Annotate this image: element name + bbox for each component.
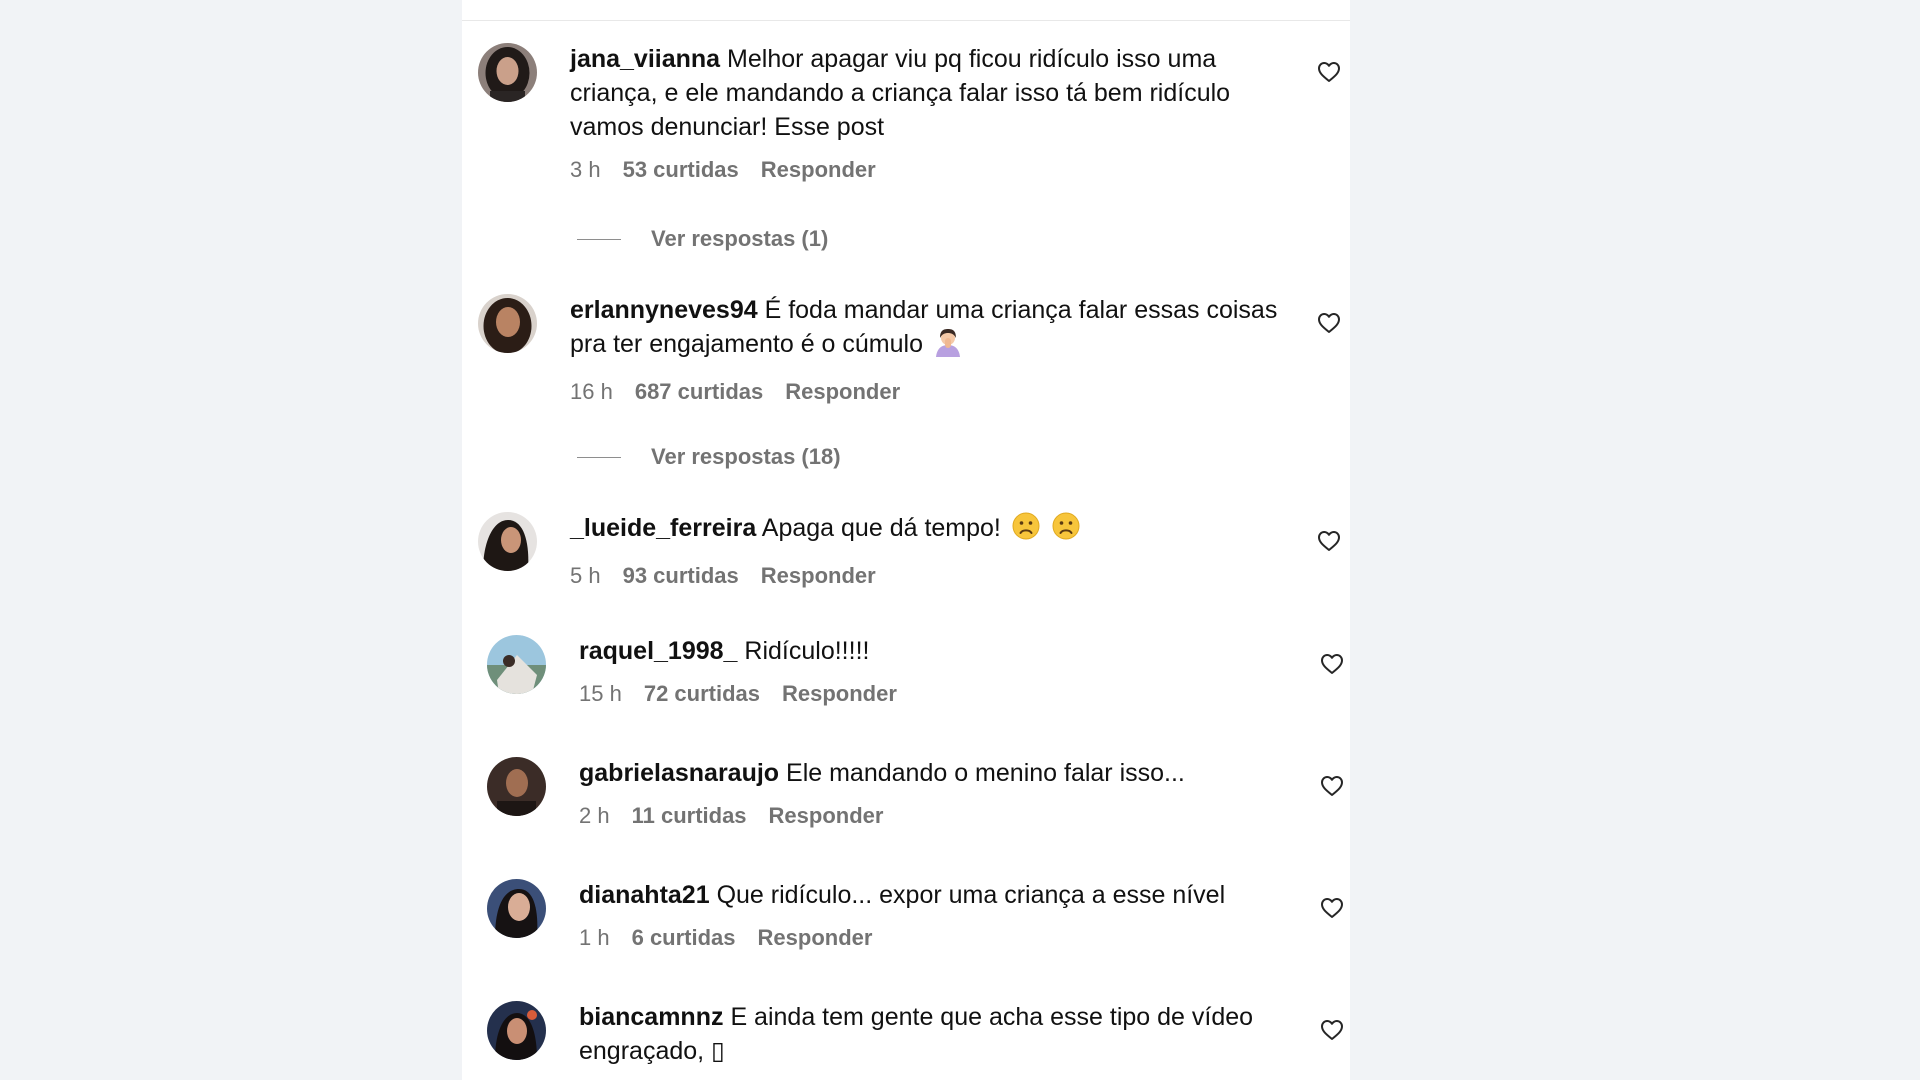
comment-body: gabrielasnaraujo Ele mandando o menino f… (579, 756, 1299, 830)
comment-username[interactable]: biancamnnz (579, 1003, 723, 1031)
comment-time: 5 h (570, 563, 601, 588)
avatar[interactable] (487, 635, 546, 694)
comment-time: 2 h (579, 803, 610, 828)
comment-likes[interactable]: 6 curtidas (632, 924, 736, 952)
comment-body: biancamnnz E ainda tem gente que acha es… (579, 1000, 1299, 1068)
heart-icon[interactable] (1317, 529, 1341, 553)
comment-meta: 3 h 53 curtidas Responder (570, 156, 1290, 184)
comment-item: erlannyneves94 É foda mandar uma criança… (462, 291, 1350, 431)
comment-username[interactable]: raquel_1998_ (579, 637, 737, 665)
reply-line (577, 456, 621, 458)
comment-item: gabrielasnaraujo Ele mandando o menino f… (462, 754, 1350, 854)
comments-panel: jana_viianna Melhor apagar viu pq ficou … (462, 0, 1350, 1080)
top-divider (462, 20, 1350, 21)
view-replies-label: Ver respostas (1) (651, 226, 829, 251)
reply-button[interactable]: Responder (782, 680, 897, 708)
comment-text: Que ridículo... expor uma criança a esse… (716, 881, 1226, 909)
view-replies-label: Ver respostas (18) (651, 444, 841, 469)
sad-face-emoji (1051, 511, 1081, 550)
comment-likes[interactable]: 11 curtidas (632, 802, 747, 830)
comment-text: Ridículo!!!!! (744, 637, 870, 665)
reply-button[interactable]: Responder (785, 378, 900, 406)
comment-meta: 16 h 687 curtidas Responder (570, 378, 1290, 406)
comment-time: 15 h (579, 681, 622, 706)
comment-username[interactable]: _lueide_ferreira (570, 514, 756, 542)
comment-likes[interactable]: 72 curtidas (644, 680, 760, 708)
comment-time: 16 h (570, 379, 613, 404)
comment-username[interactable]: erlannyneves94 (570, 296, 758, 324)
comment-body: jana_viianna Melhor apagar viu pq ficou … (570, 42, 1290, 184)
avatar[interactable] (487, 1001, 546, 1060)
view-replies-button[interactable]: Ver respostas (18) (577, 442, 841, 472)
comment-item: biancamnnz E ainda tem gente que acha es… (462, 998, 1350, 1080)
avatar[interactable] (478, 294, 537, 353)
heart-icon[interactable] (1320, 896, 1344, 920)
avatar[interactable] (487, 879, 546, 938)
reply-button[interactable]: Responder (761, 562, 876, 590)
comment-meta: 5 h 93 curtidas Responder (570, 562, 1290, 590)
comment-body: _lueide_ferreira Apaga que dá tempo! 5 h… (570, 511, 1290, 590)
woman-facepalming-emoji (933, 327, 963, 366)
comment-meta: 2 h 11 curtidas Responder (579, 802, 1299, 830)
avatar[interactable] (487, 757, 546, 816)
heart-icon[interactable] (1317, 60, 1341, 84)
view-replies-button[interactable]: Ver respostas (1) (577, 224, 828, 254)
comment-item: _lueide_ferreira Apaga que dá tempo! 5 h… (462, 509, 1350, 609)
sad-face-emoji (1011, 511, 1041, 550)
comment-username[interactable]: dianahta21 (579, 881, 710, 909)
comment-meta: 15 h 72 curtidas Responder (579, 680, 1299, 708)
reply-button[interactable]: Responder (769, 802, 884, 830)
heart-icon[interactable] (1320, 774, 1344, 798)
avatar[interactable] (478, 43, 537, 102)
comment-username[interactable]: jana_viianna (570, 45, 720, 73)
heart-icon[interactable] (1320, 1018, 1344, 1042)
comment-body: erlannyneves94 É foda mandar uma criança… (570, 293, 1290, 406)
comment-item: raquel_1998_ Ridículo!!!!! 15 h 72 curti… (462, 632, 1350, 732)
comment-body: raquel_1998_ Ridículo!!!!! 15 h 72 curti… (579, 634, 1299, 708)
comment-text: Ele mandando o menino falar isso... (786, 759, 1185, 787)
reply-line (577, 238, 621, 240)
comment-body: dianahta21 Que ridículo... expor uma cri… (579, 878, 1299, 952)
avatar[interactable] (478, 512, 537, 571)
reply-button[interactable]: Responder (758, 924, 873, 952)
comment-text: Apaga que dá tempo! (761, 514, 1001, 542)
heart-icon[interactable] (1317, 311, 1341, 335)
comment-likes[interactable]: 93 curtidas (623, 562, 739, 590)
heart-icon[interactable] (1320, 652, 1344, 676)
comment-likes[interactable]: 687 curtidas (635, 378, 763, 406)
reply-button[interactable]: Responder (761, 156, 876, 184)
comment-time: 3 h (570, 157, 601, 182)
comment-likes[interactable]: 53 curtidas (623, 156, 739, 184)
comment-username[interactable]: gabrielasnaraujo (579, 759, 779, 787)
comment-meta: 1 h 6 curtidas Responder (579, 924, 1299, 952)
comment-time: 1 h (579, 925, 610, 950)
comment-item: dianahta21 Que ridículo... expor uma cri… (462, 876, 1350, 976)
